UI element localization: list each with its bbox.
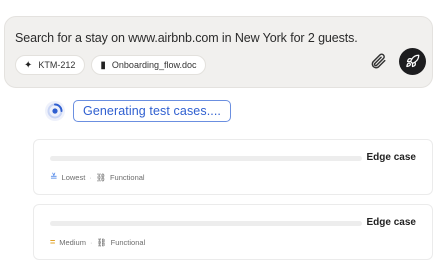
case-meta: ≚ Lowest · ⛓ Functional (50, 172, 145, 183)
priority-label: Medium (59, 238, 86, 247)
test-case-card[interactable]: Edge case ≚ Lowest · ⛓ Functional (33, 139, 433, 195)
rocket-icon (406, 54, 420, 68)
title-skeleton (50, 221, 362, 226)
priority-label: Lowest (61, 173, 86, 182)
case-type-label: Edge case (366, 217, 416, 228)
chip-document[interactable]: ▮ Onboarding_flow.doc (91, 55, 207, 75)
document-icon: ▮ (100, 59, 106, 71)
chip-label: KTM-212 (38, 60, 76, 70)
prompt-input[interactable]: Search for a stay on www.airbnb.com in N… (15, 31, 358, 45)
attachment-chips: ✦ KTM-212 ▮ Onboarding_flow.doc (15, 55, 207, 75)
case-meta: = Medium · ⛓ Functional (50, 237, 146, 248)
paperclip-icon (371, 53, 386, 69)
category-label: Functional (109, 173, 145, 182)
attach-button[interactable] (367, 50, 389, 72)
category-label: Functional (110, 238, 146, 247)
jira-icon: ✦ (24, 59, 33, 71)
functional-icon: ⛓ (95, 173, 106, 182)
status-label: Generating test cases.... (73, 100, 231, 122)
test-case-card[interactable]: Edge case = Medium · ⛓ Functional (33, 204, 433, 260)
chip-label: Onboarding_flow.doc (111, 60, 197, 70)
separator-dot: · (89, 173, 92, 182)
send-button[interactable] (399, 48, 426, 75)
functional-icon: ⛓ (96, 238, 107, 247)
generation-status: Generating test cases.... (45, 100, 231, 122)
priority-lowest-icon: ≚ (50, 172, 58, 182)
case-type-label: Edge case (366, 152, 416, 163)
prompt-card: Search for a stay on www.airbnb.com in N… (4, 16, 433, 88)
separator-dot: · (89, 238, 93, 247)
loading-spinner-icon (45, 101, 65, 121)
title-skeleton (50, 156, 362, 161)
priority-medium-icon: = (50, 237, 56, 247)
chip-jira-ticket[interactable]: ✦ KTM-212 (15, 55, 86, 75)
